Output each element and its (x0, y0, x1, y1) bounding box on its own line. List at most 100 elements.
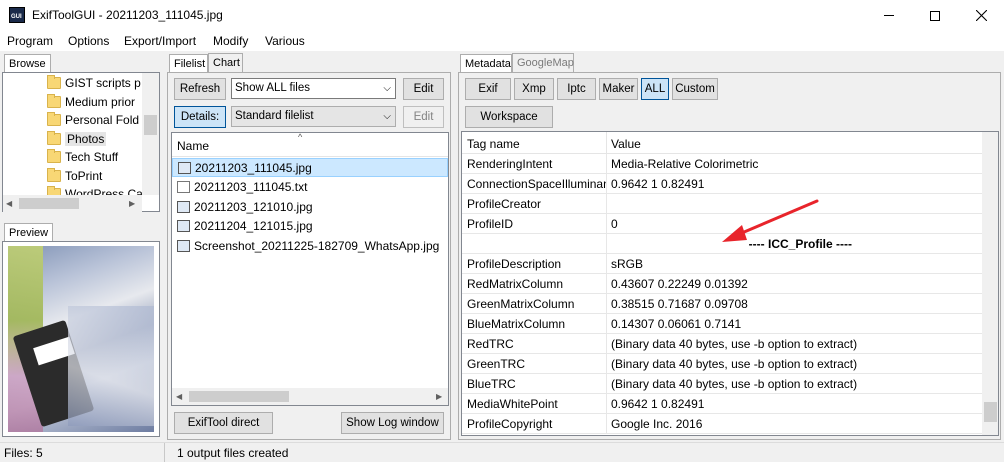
metadata-row[interactable]: ConnectionSpaceIlluminant 0.9642 1 0.8249… (462, 174, 984, 194)
workspace-button[interactable]: Workspace (465, 106, 553, 128)
tag-name: BlueMatrixColumn (467, 317, 566, 331)
tree-vscroll-thumb[interactable] (144, 115, 157, 135)
filter-edit-button[interactable]: Edit (403, 78, 444, 100)
folder-item[interactable]: Personal Fold (47, 111, 139, 129)
filelist-hscroll-thumb[interactable] (189, 391, 289, 402)
preview-image (8, 246, 154, 432)
file-row[interactable]: 20211204_121015.jpg (172, 217, 448, 236)
file-name: 20211203_111045.jpg (195, 160, 312, 175)
status-files-count: Files: 5 (4, 446, 43, 460)
tag-value: Google Inc. 2016 (611, 417, 703, 431)
tag-name: RenderingIntent (467, 157, 553, 171)
file-row[interactable]: 20211203_111045.jpg (172, 158, 448, 177)
tag-name: GreenMatrixColumn (467, 297, 575, 311)
annotation-arrow (722, 199, 819, 242)
scroll-right-icon[interactable]: ▶ (436, 392, 442, 401)
tag-value: 0.38515 0.71687 0.09708 (611, 297, 748, 311)
folder-item[interactable]: Photos (47, 130, 107, 148)
folder-label: Tech Stuff (65, 150, 119, 164)
metadata-row[interactable]: GreenTRC (Binary data 40 bytes, use -b op… (462, 354, 984, 374)
filter-all-button[interactable]: ALL (641, 78, 669, 100)
folder-icon (47, 130, 61, 145)
folder-icon (47, 75, 61, 89)
tag-name: ProfileCreator (467, 197, 542, 211)
menu-options[interactable]: Options (68, 34, 109, 48)
metadata-row[interactable]: ProfileDescription sRGB (462, 254, 984, 274)
metadata-row[interactable]: RedMatrixColumn 0.43607 0.22249 0.01392 (462, 274, 984, 294)
metadata-vscroll-thumb[interactable] (984, 402, 997, 422)
file-filter-select[interactable]: Show ALL files ⌵ (231, 78, 396, 99)
exiftool-direct-button[interactable]: ExifTool direct (174, 412, 273, 434)
tab-googlemap[interactable]: GoogleMap (512, 53, 574, 73)
folder-icon (47, 112, 61, 126)
tree-vscrollbar[interactable] (142, 73, 159, 195)
filter-iptc-button[interactable]: Iptc (557, 78, 596, 100)
tag-value: 0.9642 1 0.82491 (611, 177, 705, 191)
metadata-panel: Exif Xmp Iptc Maker ALL Custom Workspace Tag … (458, 72, 1001, 440)
file-name: 20211204_121015.jpg (194, 219, 313, 233)
file-row[interactable]: Screenshot_20211225-182709_WhatsApp.jpg (172, 236, 448, 255)
scroll-right-icon[interactable]: ▶ (129, 199, 135, 208)
tag-value: Media-Relative Colorimetric (611, 157, 759, 171)
filelist-hscrollbar[interactable]: ◀ ▶ (172, 388, 448, 405)
metadata-row[interactable]: BlueMatrixColumn 0.14307 0.06061 0.7141 (462, 314, 984, 334)
folder-item[interactable]: Medium prior (47, 93, 135, 111)
minimize-button[interactable] (866, 0, 912, 31)
column-header-tag[interactable]: Tag name (467, 137, 520, 151)
metadata-vscrollbar[interactable] (982, 132, 998, 435)
scroll-left-icon[interactable]: ◀ (176, 392, 182, 401)
tag-value: 0.43607 0.22249 0.01392 (611, 277, 748, 291)
image-file-icon (177, 220, 190, 232)
filter-exif-button[interactable]: Exif (465, 78, 511, 100)
details-button[interactable]: Details: (174, 106, 226, 128)
tab-chart[interactable]: Chart (208, 53, 243, 73)
tag-value: (Binary data 40 bytes, use -b option to … (611, 357, 858, 371)
column-header-name[interactable]: Name ^ (172, 132, 448, 157)
metadata-row[interactable]: BlueTRC (Binary data 40 bytes, use -b opt… (462, 374, 984, 394)
file-row[interactable]: 20211203_121010.jpg (172, 197, 448, 216)
filter-maker-button[interactable]: Maker (599, 78, 638, 100)
close-button[interactable] (958, 0, 1004, 31)
folder-item[interactable]: ToPrint (47, 167, 102, 185)
image-file-icon (177, 200, 190, 213)
metadata-row[interactable]: GreenMatrixColumn 0.38515 0.71687 0.09708 (462, 294, 984, 314)
folder-label: WordPress Ca (65, 187, 143, 195)
metadata-row[interactable]: MediaWhitePoint 0.9642 1 0.82491 (462, 394, 984, 414)
folder-label: Photos (65, 131, 107, 146)
chevron-down-icon: ⌵ (383, 83, 391, 94)
maximize-button[interactable] (912, 0, 958, 31)
view-mode-select[interactable]: Standard filelist ⌵ (231, 106, 396, 127)
tag-name: MediaWhitePoint (467, 397, 558, 411)
tag-value: (Binary data 40 bytes, use -b option to … (611, 337, 858, 351)
metadata-row[interactable]: ProfileCopyright Google Inc. 2016 (462, 414, 984, 434)
filter-xmp-button[interactable]: Xmp (514, 78, 554, 100)
folder-item[interactable]: Tech Stuff (47, 148, 118, 166)
metadata-row[interactable]: RedTRC (Binary data 40 bytes, use -b opti… (462, 334, 984, 354)
menu-modify[interactable]: Modify (213, 34, 248, 48)
file-row[interactable]: 20211203_111045.txt (172, 178, 448, 197)
metadata-row[interactable]: RenderingIntent Media-Relative Colorimetr… (462, 154, 984, 174)
folder-icon (47, 93, 61, 108)
tag-name: ConnectionSpaceIlluminant (467, 177, 607, 191)
tree-hscrollbar[interactable]: ◀ ▶ (3, 195, 142, 212)
show-log-button[interactable]: Show Log window (341, 412, 444, 434)
tag-name: ProfileID (467, 217, 514, 231)
scroll-left-icon[interactable]: ◀ (6, 199, 12, 208)
tag-name: RedTRC (467, 337, 514, 351)
close-icon (975, 10, 987, 21)
column-header-value[interactable]: Value (611, 137, 641, 151)
filter-custom-button[interactable]: Custom (672, 78, 718, 100)
tag-value: sRGB (611, 257, 644, 271)
tag-value: 0.9642 1 0.82491 (611, 397, 705, 411)
folder-item[interactable]: GIST scripts p (47, 74, 141, 92)
status-message: 1 output files created (177, 446, 289, 460)
file-name: 20211203_111045.txt (194, 180, 308, 194)
image-file-icon (177, 239, 190, 252)
menu-various[interactable]: Various (265, 34, 305, 48)
tree-hscroll-thumb[interactable] (19, 198, 79, 209)
menu-export-import[interactable]: Export/Import (124, 34, 196, 48)
folder-icon (47, 186, 61, 195)
menu-program[interactable]: Program (7, 34, 53, 48)
folder-item[interactable]: WordPress Ca (47, 185, 143, 195)
refresh-button[interactable]: Refresh (174, 78, 226, 100)
